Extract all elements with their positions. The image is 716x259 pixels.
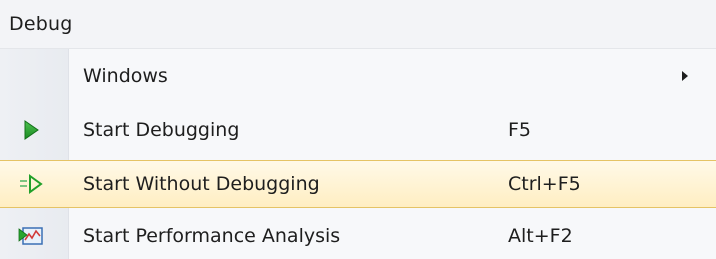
performance-analysis-icon — [18, 223, 44, 249]
submenu-arrow-icon — [682, 71, 688, 81]
shortcut-text: Alt+F2 — [508, 225, 573, 247]
menu-item-start-performance-analysis[interactable]: Start Performance Analysis Alt+F2 — [0, 212, 716, 259]
menu-item-label: Windows — [83, 65, 168, 87]
shortcut-text: Ctrl+F5 — [508, 173, 581, 195]
menu-item-start-debugging[interactable]: Start Debugging F5 — [0, 106, 716, 154]
debug-menu: Debug Windows Start Debugging F5 Start W… — [0, 0, 716, 259]
menu-item-windows[interactable]: Windows — [0, 52, 716, 100]
play-without-debugging-icon — [18, 171, 44, 197]
menu-item-start-without-debugging[interactable]: Start Without Debugging Ctrl+F5 — [0, 160, 716, 208]
menu-header[interactable]: Debug — [0, 0, 716, 49]
menu-item-label: Start Without Debugging — [83, 173, 320, 195]
play-icon — [18, 117, 44, 143]
menu-item-label: Start Performance Analysis — [83, 225, 341, 247]
shortcut-text: F5 — [508, 119, 532, 141]
menu-item-label: Start Debugging — [83, 119, 240, 141]
menu-title: Debug — [9, 13, 73, 35]
